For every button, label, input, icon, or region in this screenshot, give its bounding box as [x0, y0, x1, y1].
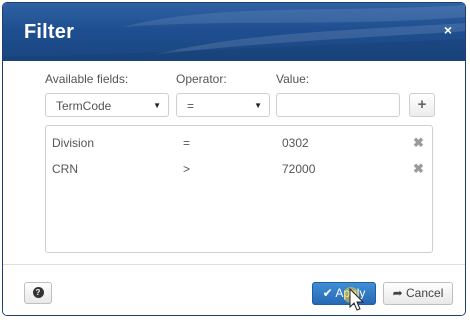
filter-operator: > [183, 162, 191, 176]
checkmark-icon: ✔ [322, 286, 333, 300]
filter-field: CRN [52, 162, 78, 176]
close-icon[interactable]: × [444, 22, 452, 38]
filter-value: 72000 [282, 162, 316, 176]
operator-selected: = [187, 99, 195, 113]
filter-list: Division = 0302 ✖ CRN > 72000 ✖ [45, 125, 433, 253]
remove-x-icon[interactable]: ✖ [413, 161, 424, 177]
plus-icon: + [417, 96, 427, 113]
mouse-cursor-icon [344, 287, 365, 311]
filter-row: CRN > 72000 ✖ [46, 160, 432, 180]
available-fields-label: Available fields: [45, 72, 129, 86]
filter-value: 0302 [282, 136, 309, 150]
help-button[interactable]: ? [24, 282, 52, 304]
available-fields-selected: TermCode [56, 99, 112, 113]
filter-field: Division [52, 136, 95, 150]
value-label: Value: [276, 72, 310, 86]
dialog-footer: ? ✔ Apply ➦ Cancel [3, 264, 465, 315]
filter-operator: = [183, 136, 191, 150]
arrow-back-icon: ➦ [392, 286, 403, 300]
add-filter-button[interactable]: + [409, 93, 435, 117]
filter-dialog: Filter × Available fields: Operator: Val… [2, 2, 466, 316]
dialog-title: Filter [24, 21, 75, 43]
cancel-button-label: Cancel [406, 286, 444, 300]
available-fields-select[interactable]: TermCode ▼ [45, 93, 169, 117]
caret-down-icon: ▼ [254, 101, 262, 110]
filter-row: Division = 0302 ✖ [46, 134, 432, 154]
value-input[interactable] [276, 93, 400, 117]
operator-select[interactable]: = ▼ [176, 93, 270, 117]
dialog-titlebar: Filter × [3, 3, 465, 61]
caret-down-icon: ▼ [153, 101, 161, 110]
question-circle-icon: ? [32, 287, 44, 299]
cancel-button[interactable]: ➦ Cancel [383, 282, 453, 305]
remove-x-icon[interactable]: ✖ [413, 135, 424, 151]
operator-label: Operator: [176, 72, 227, 86]
